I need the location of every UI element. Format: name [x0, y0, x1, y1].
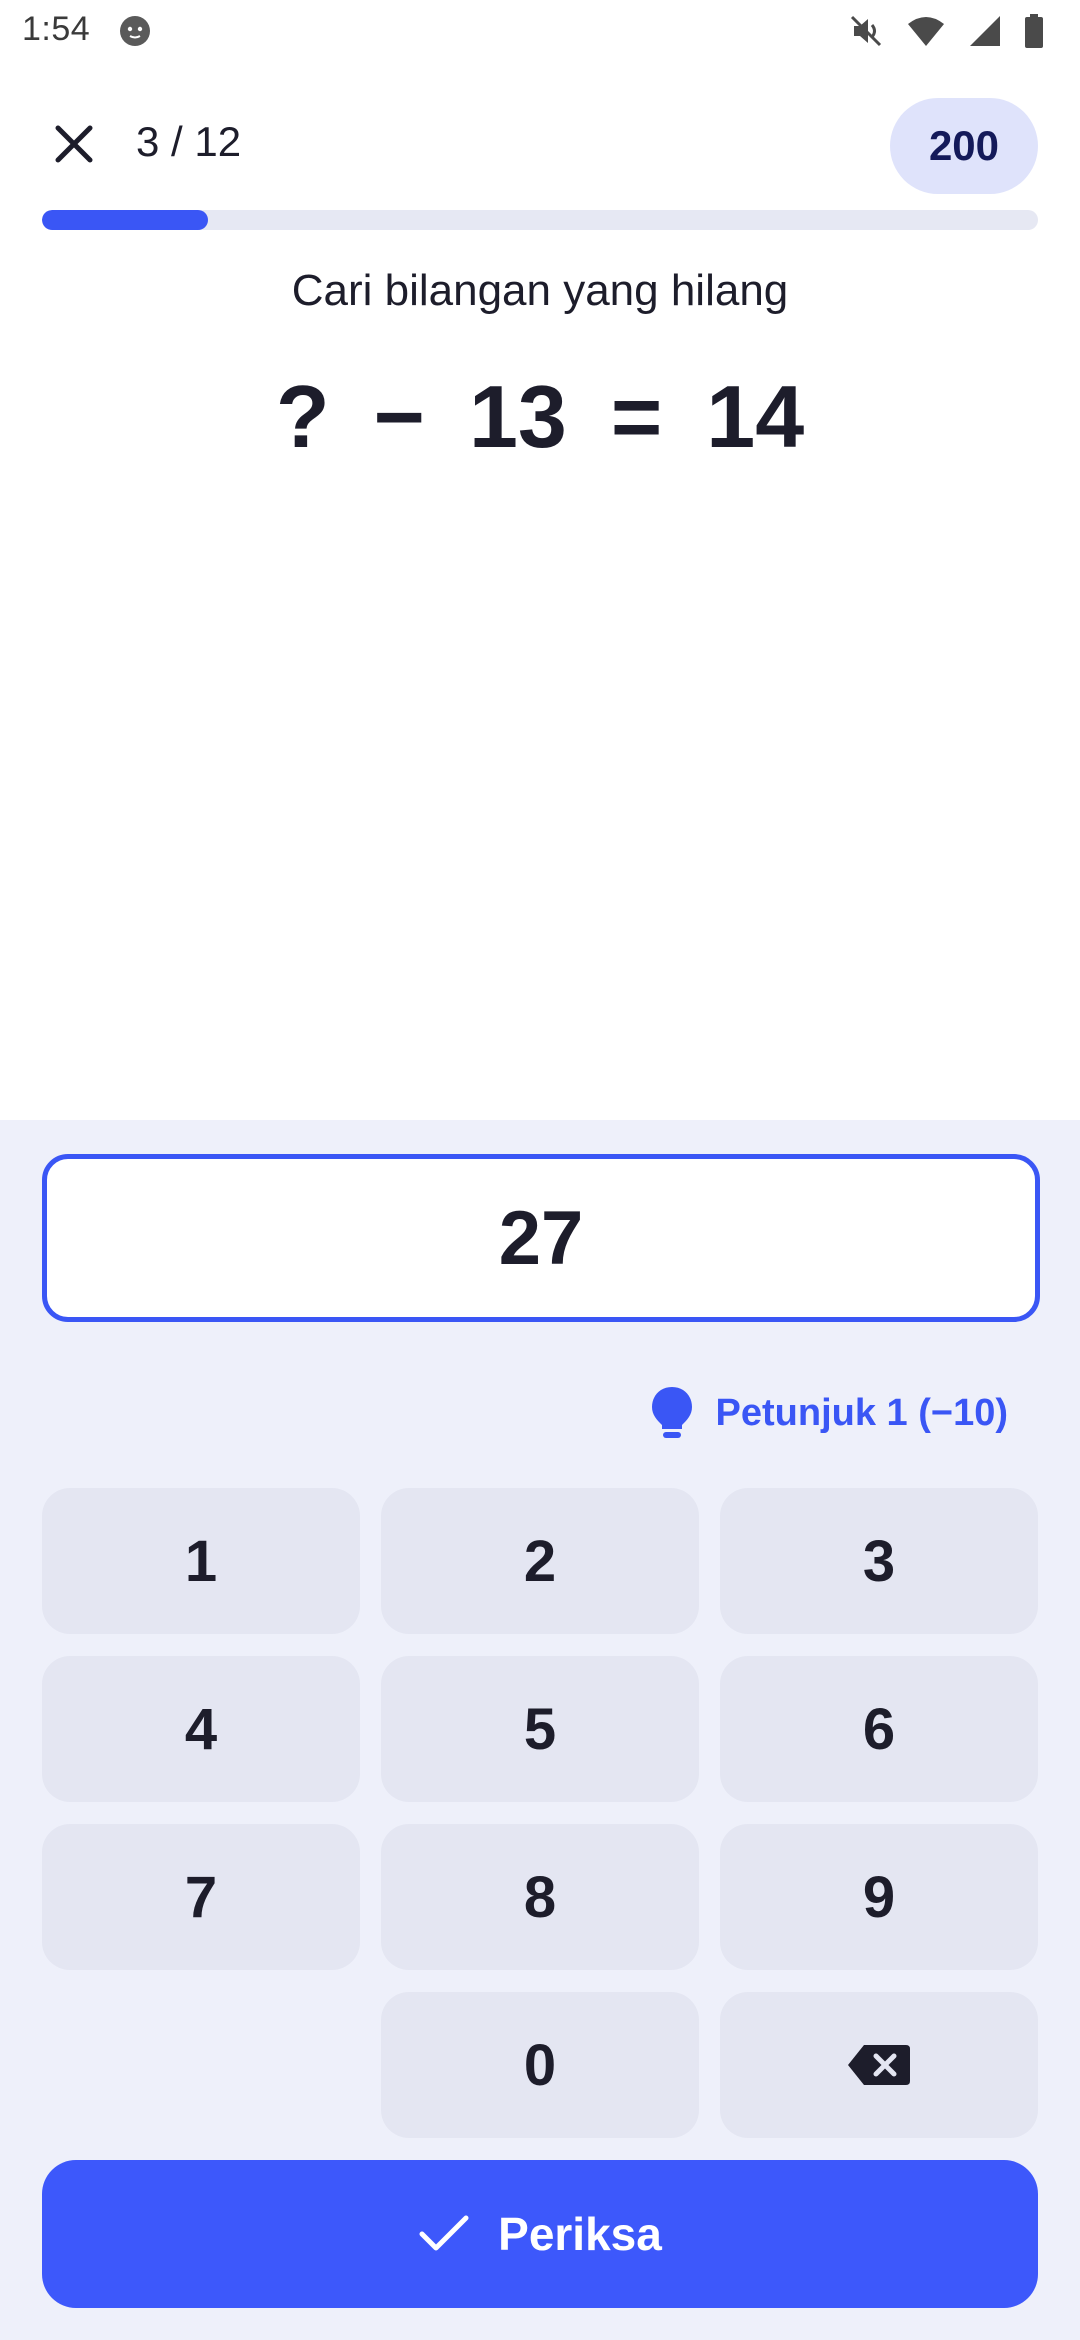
check-button[interactable]: Periksa	[42, 2160, 1038, 2308]
backspace-key[interactable]	[720, 1992, 1038, 2138]
key-4[interactable]: 4	[42, 1656, 360, 1802]
equation-equals: =	[610, 367, 663, 466]
number-keypad: 1 2 3 4 5 6 7 8 9 0	[42, 1488, 1038, 2138]
hint-button[interactable]: Petunjuk 1 (−10)	[650, 1378, 1008, 1448]
key-2[interactable]: 2	[381, 1488, 699, 1634]
key-empty	[42, 1992, 360, 2138]
app-face-icon	[120, 16, 150, 46]
progress-bar-fill	[42, 210, 209, 230]
equation-unknown: ?	[275, 367, 330, 466]
progress-bar	[42, 210, 1038, 230]
key-5[interactable]: 5	[381, 1656, 699, 1802]
question-prompt: Cari bilangan yang hilang	[291, 266, 789, 315]
hint-label: Petunjuk 1 (−10)	[715, 1391, 1008, 1434]
backspace-icon	[848, 2045, 910, 2085]
status-icons	[848, 12, 1044, 50]
lightbulb-icon	[651, 1387, 692, 1438]
equation-operand: 13	[468, 367, 567, 466]
status-time: 1:54	[22, 10, 91, 48]
mute-icon	[850, 15, 882, 47]
key-9[interactable]: 9	[720, 1824, 1038, 1970]
check-icon	[419, 2215, 469, 2251]
close-icon	[55, 125, 93, 163]
battery-icon	[1025, 14, 1043, 48]
wifi-icon	[908, 17, 944, 46]
key-7[interactable]: 7	[42, 1824, 360, 1970]
question-counter: 3 / 12	[136, 118, 242, 165]
check-button-label: Periksa	[498, 2208, 662, 2260]
key-6[interactable]: 6	[720, 1656, 1038, 1802]
status-bar: 1:54	[0, 0, 1080, 62]
key-3[interactable]: 3	[720, 1488, 1038, 1634]
close-button[interactable]	[42, 112, 106, 176]
signal-icon	[970, 16, 1000, 46]
key-1[interactable]: 1	[42, 1488, 360, 1634]
score-badge: 200	[890, 98, 1038, 194]
equation-operator: −	[373, 367, 425, 466]
quiz-header: 3 / 12 200	[0, 96, 1080, 196]
key-0[interactable]: 0	[381, 1992, 699, 2138]
key-8[interactable]: 8	[381, 1824, 699, 1970]
answer-input[interactable]: 27	[42, 1154, 1040, 1322]
equation-result: 14	[706, 367, 805, 466]
equation: ? − 13 = 14	[0, 366, 1080, 468]
answer-panel: 27 Petunjuk 1 (−10) 1 2 3 4 5 6 7 8 9 0	[0, 1120, 1080, 2340]
